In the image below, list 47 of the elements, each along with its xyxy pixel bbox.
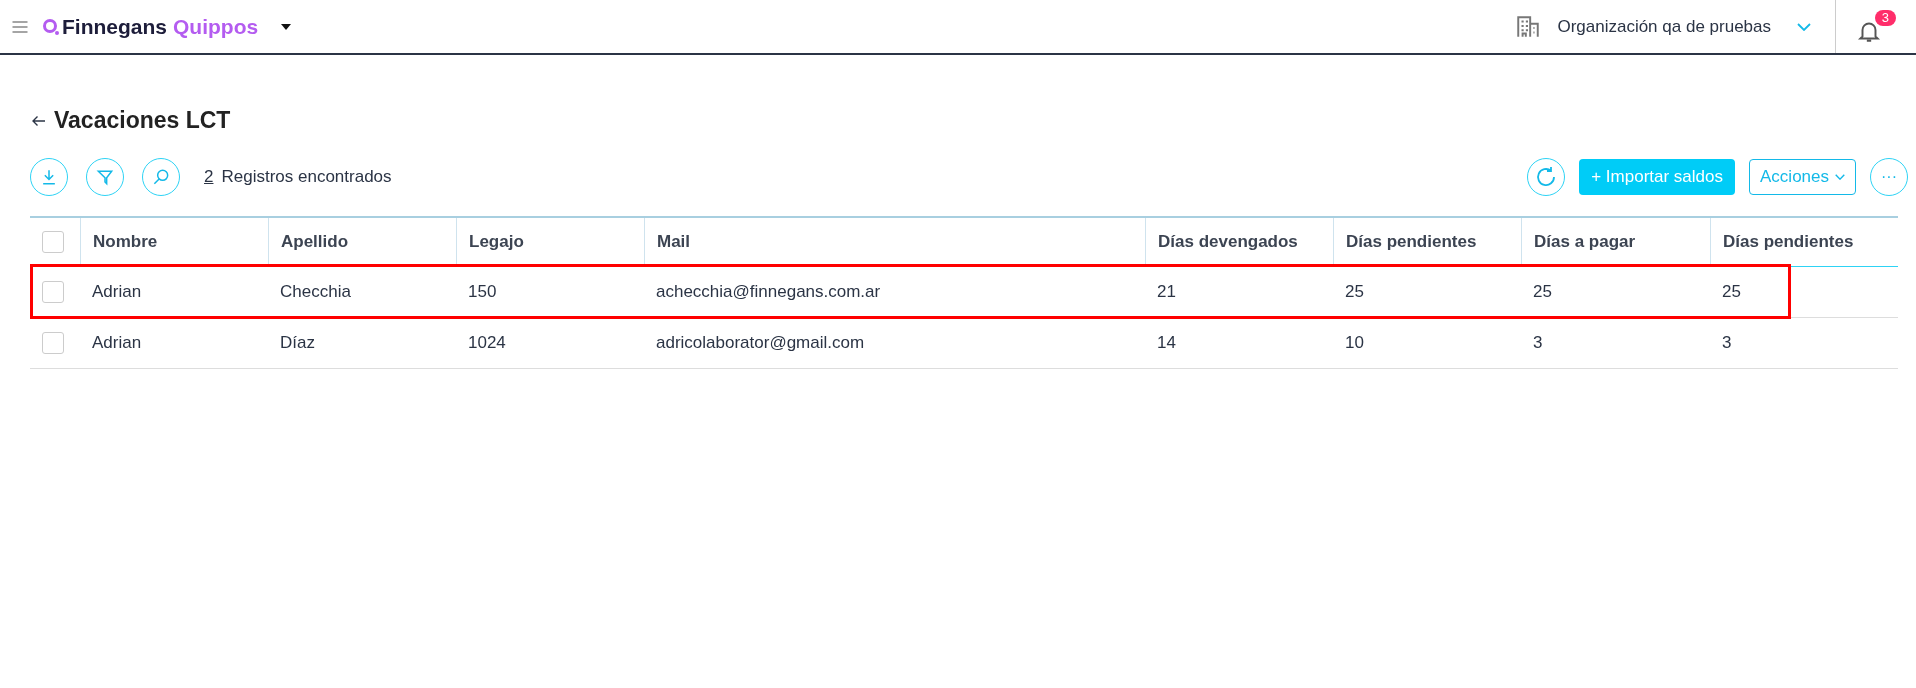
table-cell-text: 25	[1344, 282, 1365, 302]
table-cell-text: 3	[1721, 333, 1733, 353]
download-button[interactable]	[30, 158, 68, 196]
column-header[interactable]: Nombre	[80, 218, 268, 266]
brand-name: Finnegans	[62, 14, 167, 39]
search-icon	[151, 167, 171, 187]
chevron-down-icon	[1835, 174, 1845, 180]
table-cell-text: Checchia	[279, 282, 352, 302]
filter-button[interactable]	[86, 158, 124, 196]
notification-count: 3	[1874, 9, 1896, 26]
refresh-button[interactable]	[1527, 158, 1566, 196]
table-cell-text: 150	[467, 282, 498, 302]
column-header[interactable]: Días pendientes	[1333, 218, 1521, 266]
column-header[interactable]: Legajo	[456, 218, 644, 266]
row-checkbox[interactable]	[42, 332, 64, 354]
table-cell-text: 25	[1721, 282, 1742, 302]
filter-icon	[95, 167, 115, 187]
organization-name[interactable]: Organización qa de pruebas	[1557, 16, 1771, 37]
column-header[interactable]: Apellido	[268, 218, 456, 266]
table-cell-text: Adrian	[91, 282, 143, 302]
table-cell-text: adricolaborator@gmail.com	[655, 333, 866, 353]
record-count: 2	[204, 167, 214, 187]
table-cell-text: 1024	[467, 333, 507, 353]
table-cell-text: Díaz	[279, 333, 316, 353]
row-checkbox[interactable]	[42, 281, 64, 303]
notifications-button[interactable]: 3	[1856, 9, 1896, 44]
search-button[interactable]	[142, 158, 180, 196]
logo[interactable]: Finnegans Quippos	[42, 14, 259, 39]
table-cell-text: Adrian	[91, 333, 143, 353]
brand-product: Quippos	[173, 14, 259, 39]
table-cell-text: 14	[1156, 333, 1177, 353]
table-cell-text: 3	[1532, 333, 1544, 353]
record-count-label: Registros encontrados	[221, 167, 392, 187]
logo-icon	[42, 17, 60, 36]
select-all-checkbox[interactable]	[42, 231, 64, 253]
page-title: Vacaciones LCT	[54, 107, 231, 134]
table-cell-text: 21	[1156, 282, 1177, 302]
table-cell-text: 25	[1532, 282, 1553, 302]
table-cell-text: 10	[1344, 333, 1365, 353]
column-header[interactable]: Días a pagar	[1521, 218, 1710, 266]
column-header[interactable]: Mail	[644, 218, 1145, 266]
table-cell-text: achecchia@finnegans.com.ar	[655, 282, 882, 302]
chevron-down-icon	[1797, 22, 1811, 31]
caret-icon[interactable]	[280, 22, 293, 31]
column-header[interactable]: Días pendientes	[1710, 218, 1898, 266]
building-icon	[1515, 13, 1542, 40]
column-header[interactable]: Días devengados	[1145, 218, 1333, 266]
